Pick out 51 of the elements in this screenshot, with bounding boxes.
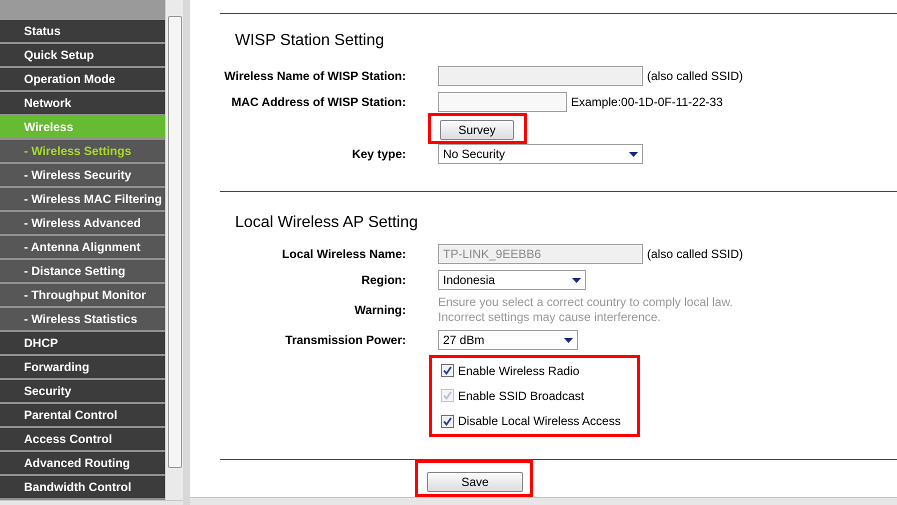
checkbox-label: Enable SSID Broadcast <box>458 388 584 405</box>
field-note: (also called SSID) <box>647 246 744 263</box>
sidebar-item[interactable]: - Wireless Advanced <box>0 212 165 236</box>
horizontal-scrollbar[interactable] <box>0 500 183 505</box>
input-field[interactable] <box>438 92 567 112</box>
sidebar-item[interactable]: Parental Control <box>0 404 165 428</box>
sidebar-item[interactable]: Quick Setup <box>0 44 165 68</box>
sidebar-item[interactable]: - Wireless Statistics <box>0 308 165 332</box>
dropdown[interactable]: No Security <box>438 144 643 164</box>
checkbox[interactable] <box>441 364 454 378</box>
field-label: MAC Address of WISP Station: <box>231 95 406 109</box>
field-label: Transmission Power: <box>285 333 406 347</box>
action-button[interactable]: Save <box>427 472 523 492</box>
sidebar-item[interactable]: Status <box>0 20 165 44</box>
sidebar-item[interactable]: - Wireless Settings <box>0 140 165 164</box>
section-title: Local Wireless AP Setting <box>235 214 418 231</box>
dropdown-caret-icon <box>564 338 573 342</box>
sidebar-item[interactable]: Bandwidth Control <box>0 476 165 500</box>
sidebar-item[interactable]: - Distance Setting <box>0 260 165 284</box>
checkbox-label: Enable Wireless Radio <box>458 362 580 380</box>
field-label: Key type: <box>352 147 406 161</box>
sidebar-item[interactable]: Network <box>0 92 165 116</box>
sidebar-item[interactable]: Security <box>0 380 165 404</box>
dropdown-caret-icon <box>572 278 581 282</box>
field-label: Wireless Name of WISP Station: <box>224 69 406 83</box>
horizontal-scrollbar[interactable] <box>190 497 897 505</box>
sidebar-item[interactable]: Advanced Routing <box>0 452 165 476</box>
sidebar-item[interactable]: Forwarding <box>0 356 165 380</box>
dropdown[interactable]: 27 dBm <box>438 330 578 350</box>
field-label: Region: <box>361 273 406 287</box>
vertical-scrollbar[interactable] <box>165 0 183 500</box>
field-note: (also called SSID) <box>647 68 744 85</box>
checkbox[interactable] <box>441 414 454 428</box>
sidebar-item[interactable]: DHCP <box>0 332 165 356</box>
dropdown-caret-icon <box>629 152 638 156</box>
sidebar-item[interactable]: - Wireless Security <box>0 164 165 188</box>
sidebar-item[interactable]: Access Control <box>0 428 165 452</box>
dropdown[interactable]: Indonesia <box>438 270 586 290</box>
field-label: Warning: <box>354 303 406 317</box>
warning-text: Incorrect settings may cause interference. <box>438 310 662 325</box>
warning-text: Ensure you select a correct country to comply local law. <box>438 295 733 310</box>
checkbox-label: Disable Local Wireless Access <box>458 413 621 430</box>
action-button[interactable]: Survey <box>440 120 514 140</box>
field-label: Local Wireless Name: <box>282 247 406 261</box>
sidebar-item[interactable]: Operation Mode <box>0 68 165 92</box>
sidebar-item[interactable]: - Antenna Alignment <box>0 236 165 260</box>
field-note: Example:00-1D-0F-11-22-33 <box>571 94 723 111</box>
sidebar-item[interactable]: - Wireless MAC Filtering <box>0 188 165 212</box>
section-title: WISP Station Setting <box>235 32 384 49</box>
input-field[interactable] <box>438 66 643 86</box>
sidebar-item[interactable]: - Throughput Monitor <box>0 284 165 308</box>
